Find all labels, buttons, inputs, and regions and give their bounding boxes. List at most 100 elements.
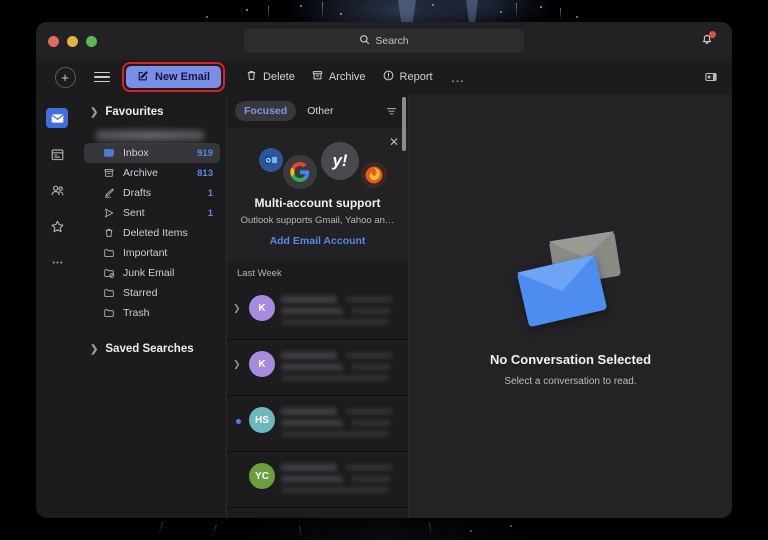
folder-label: Sent (123, 207, 145, 219)
wallpaper-spark (500, 11, 502, 13)
reading-pane-toggle-icon[interactable] (704, 70, 718, 84)
message-row[interactable]: YC (227, 452, 408, 509)
two-envelopes-illustration (506, 226, 636, 336)
sidebar-section-saved-searches[interactable]: ❯ Saved Searches (78, 337, 226, 361)
archive-label: Archive (328, 71, 366, 83)
wallpaper-spark (432, 4, 434, 6)
folder-unread-count: 813 (197, 167, 213, 179)
message-row[interactable]: ❯ K (227, 284, 408, 341)
message-preview-redacted (281, 405, 400, 442)
sidebar-section-favourites[interactable]: ❯ Favourites (78, 100, 226, 124)
folder-unread-count: 1 (207, 207, 213, 219)
app-rail (36, 94, 78, 518)
chevron-right-icon: ❯ (90, 106, 99, 118)
sidebar-folder-archive[interactable]: Archive 813 (84, 163, 220, 183)
report-button[interactable]: Report (378, 67, 437, 87)
message-row[interactable]: ❯ K (227, 340, 408, 397)
new-email-highlight-box: New Email (122, 62, 226, 92)
add-new-button[interactable]: + (54, 66, 76, 88)
hamburger-icon[interactable] (94, 71, 110, 83)
tab-other[interactable]: Other (298, 101, 342, 121)
sidebar-folder-inbox[interactable]: Inbox 919 (84, 143, 220, 163)
list-group-header: Last Week (227, 261, 408, 285)
google-logo (283, 155, 317, 189)
wallpaper-streak (211, 524, 218, 536)
folder-label: Starred (123, 287, 158, 299)
reading-pane-title: No Conversation Selected (489, 351, 652, 367)
folder-label: Inbox (123, 147, 149, 159)
title-bar: Search (36, 22, 732, 60)
folder-icon (102, 307, 116, 319)
delete-button[interactable]: Delete (241, 67, 299, 87)
sidebar-folder-trash[interactable]: Trash (84, 303, 220, 323)
account-name-redacted (96, 130, 204, 141)
close-window-button[interactable] (48, 35, 59, 47)
favourites-label: Favourites (105, 106, 164, 118)
sidebar-folder-deleted-items[interactable]: Deleted Items (84, 223, 220, 243)
rail-item-more[interactable] (46, 252, 68, 272)
envelope-front (516, 254, 607, 327)
toolbar-overflow-button[interactable]: … (445, 69, 472, 85)
tab-focused[interactable]: Focused (235, 101, 297, 121)
folder-list: Inbox 919 Archive 813 Drafts 1 Sent 1 Deleted It… (78, 143, 226, 323)
thread-expand-chevron-icon[interactable]: ❯ (233, 293, 243, 314)
wallpaper-spark (510, 525, 512, 527)
message-preview-redacted (281, 349, 400, 386)
wallpaper-streak (516, 3, 517, 19)
traffic-lights (36, 35, 97, 47)
add-email-account-link[interactable]: Add Email Account (239, 235, 396, 247)
avatar: HS (249, 407, 275, 434)
rail-item-people[interactable] (46, 180, 68, 200)
notification-badge (709, 31, 716, 38)
outlook-window: Search + New Email Delete Archive Report… (36, 22, 732, 518)
wallpaper-streak (268, 6, 269, 20)
folder-icon (102, 287, 116, 299)
list-filter-tabs: Focused Other (227, 94, 408, 128)
wallpaper-spark (540, 6, 542, 8)
filter-icon[interactable] (385, 105, 400, 118)
new-email-label: New Email (155, 71, 211, 83)
drafts-icon (102, 187, 116, 199)
wallpaper-streak (428, 523, 433, 536)
maximize-window-button[interactable] (86, 35, 97, 47)
sidebar-folder-drafts[interactable]: Drafts 1 (84, 183, 220, 203)
sidebar-folder-sent[interactable]: Sent 1 (84, 203, 220, 223)
wallpaper-streak (298, 526, 303, 537)
inbox-icon (102, 147, 116, 159)
avatar: K (249, 351, 275, 378)
new-email-button[interactable]: New Email (126, 66, 222, 88)
add-button-slot: + (44, 66, 86, 88)
wallpaper-streak (322, 2, 323, 20)
reading-pane: No Conversation Selected Select a conver… (408, 94, 732, 518)
sidebar-folder-important[interactable]: Important (84, 243, 220, 263)
rail-item-calendar[interactable] (46, 144, 68, 164)
rail-item-favorites[interactable] (46, 216, 68, 236)
toolbar: + New Email Delete Archive Report … (36, 60, 732, 94)
delete-label: Delete (263, 71, 295, 83)
message-preview-redacted (281, 461, 400, 498)
firefox-logo (361, 162, 387, 188)
folder-label: Drafts (123, 187, 152, 199)
archive-button[interactable]: Archive (307, 67, 370, 87)
sidebar-folder-starred[interactable]: Starred (84, 283, 220, 303)
message-list-scrollbar[interactable] (402, 97, 406, 151)
search-icon (359, 34, 370, 48)
search-input[interactable]: Search (244, 29, 524, 53)
thread-expand-chevron-icon[interactable]: ❯ (233, 349, 243, 370)
message-row[interactable]: HS (227, 396, 408, 453)
report-exclamation-icon (382, 69, 395, 85)
folder-label: Junk Email (123, 267, 175, 279)
search-placeholder: Search (375, 35, 409, 47)
folder-icon (102, 247, 116, 259)
sidebar-folder-junk-email[interactable]: Junk Email (84, 263, 220, 283)
minimize-window-button[interactable] (67, 35, 78, 47)
message-list-panel: Focused Other ✕ O y! Multi-account suppo… (226, 94, 408, 518)
folder-label: Deleted Items (123, 227, 188, 239)
rail-item-mail[interactable] (46, 108, 68, 128)
yahoo-logo: y! (321, 142, 359, 180)
notifications-button[interactable] (696, 30, 718, 52)
folder-unread-count: 1 (207, 187, 213, 199)
unread-indicator-dot (233, 405, 243, 425)
message-list-scroll-area[interactable]: ✕ O y! Multi-account support Outlook sup… (227, 128, 408, 518)
wallpaper-spark (470, 530, 472, 532)
